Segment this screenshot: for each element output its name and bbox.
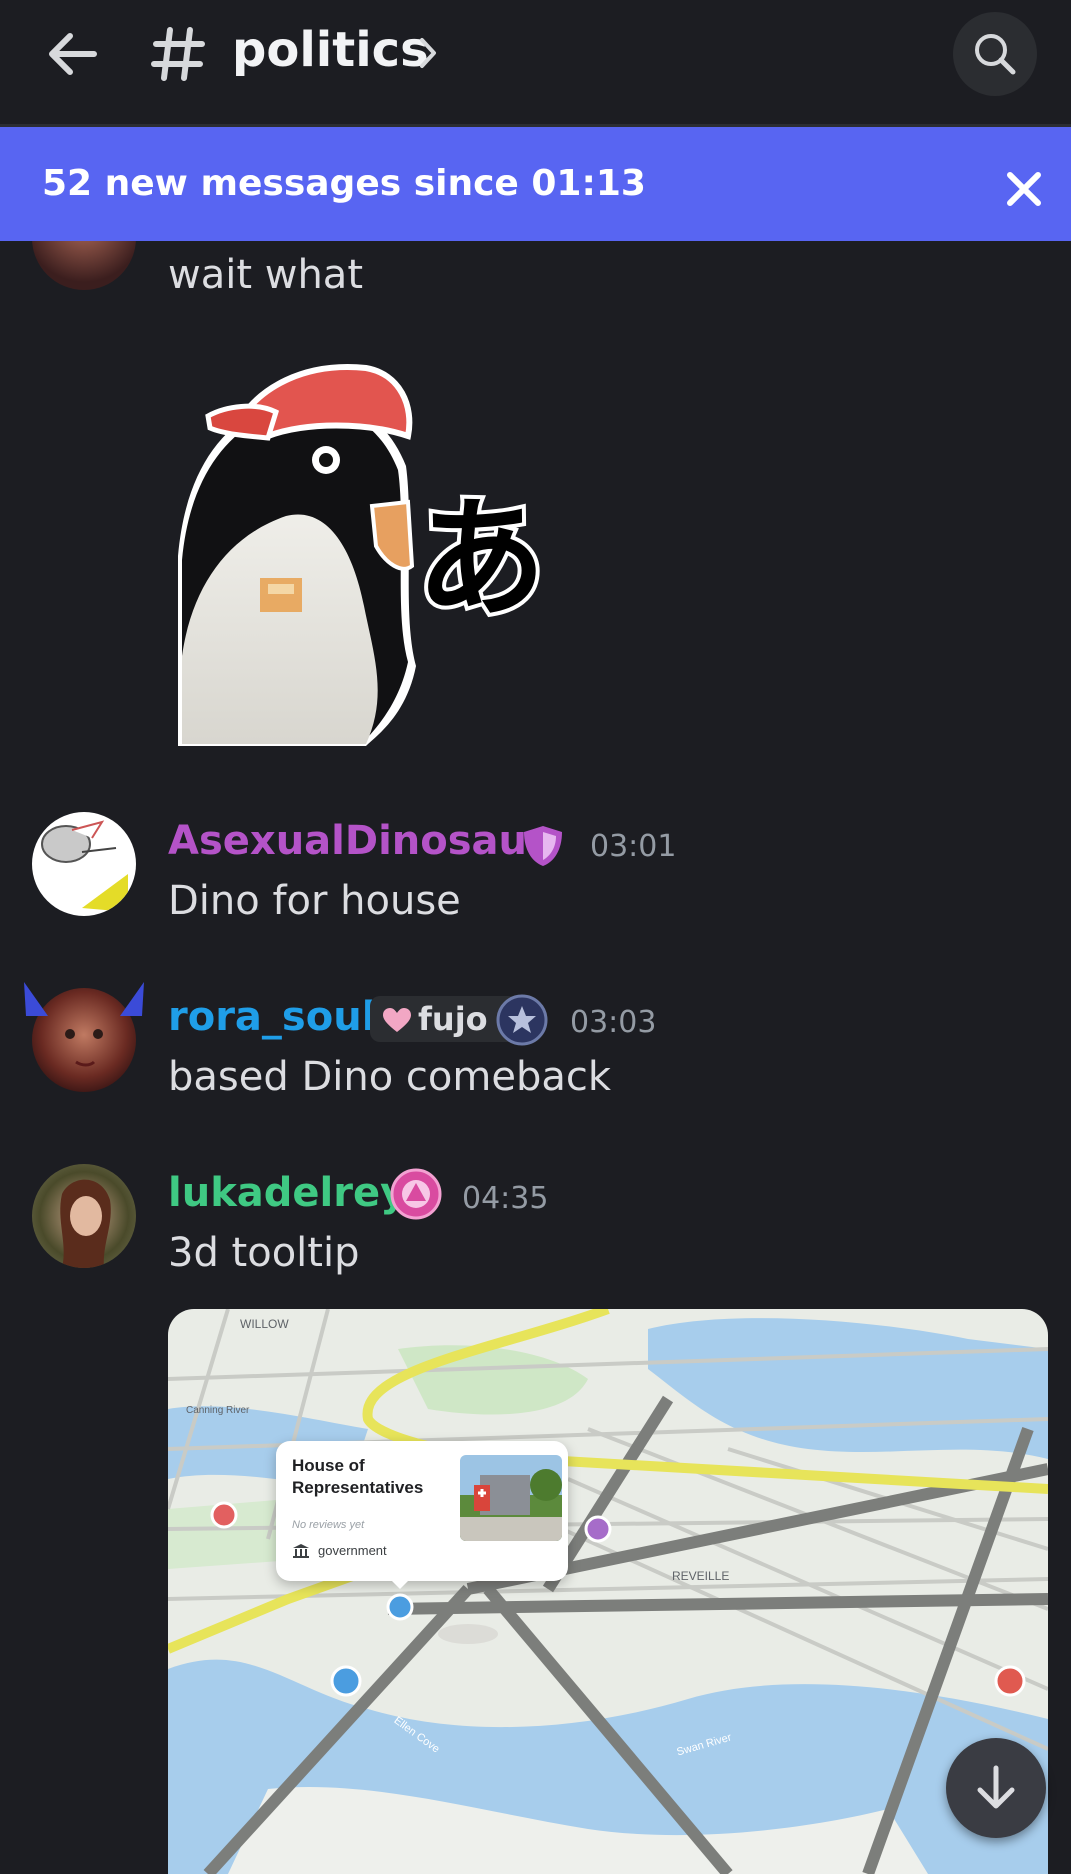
arrow-down-icon	[977, 1765, 1015, 1809]
place-photo	[460, 1455, 562, 1541]
new-messages-text-overlay: 52 new messages since 01:13	[42, 163, 646, 204]
message-text: based Dino comeback	[168, 1054, 612, 1100]
new-messages-bar-overlay: 52 new messages since 01:13	[0, 127, 1071, 241]
author-name[interactable]: lukadelrey	[168, 1170, 406, 1216]
timestamp: 03:03	[570, 1005, 657, 1040]
message-text: 3d tooltip	[168, 1230, 360, 1276]
place-tooltip[interactable]: House of Representatives No reviews yet …	[276, 1441, 568, 1581]
message-text: wait what	[168, 252, 363, 298]
avatar[interactable]	[32, 812, 136, 916]
author-name[interactable]: AsexualDinosaur	[168, 818, 547, 864]
map-label: Canning River	[186, 1405, 250, 1416]
jump-to-bottom-button[interactable]	[946, 1738, 1046, 1838]
map-background	[168, 1309, 1048, 1874]
star-badge-icon[interactable]	[496, 994, 548, 1046]
channel-title[interactable]: politics	[232, 22, 429, 78]
timestamp: 03:01	[590, 829, 677, 864]
timestamp: 04:35	[462, 1181, 549, 1216]
close-button[interactable]	[1000, 165, 1048, 213]
tooltip-reviews: No reviews yet	[292, 1519, 365, 1531]
arrow-left-icon	[49, 33, 97, 75]
chevron-right-icon[interactable]	[418, 36, 440, 70]
map-image-embed[interactable]: WILLOW REVEILLE Canning River Swan River…	[168, 1309, 1048, 1874]
penguin-sticker[interactable]: あ	[176, 356, 550, 750]
tooltip-category: government	[318, 1543, 387, 1558]
back-button[interactable]	[44, 24, 104, 84]
map-label: REVEILLE	[672, 1569, 730, 1583]
tooltip-title: House of Representatives	[292, 1456, 424, 1497]
author-name[interactable]: rora_soul	[168, 994, 375, 1040]
heart-icon	[383, 1008, 411, 1032]
cat-ears-decoration	[22, 980, 146, 1020]
message-text: Dino for house	[168, 878, 461, 924]
role-tag-label: fujo	[418, 1000, 488, 1038]
tooltip-pointer	[390, 1579, 410, 1589]
map-label: WILLOW	[240, 1317, 289, 1331]
search-icon	[975, 34, 1016, 75]
nitro-badge-icon[interactable]	[390, 1168, 442, 1220]
search-button[interactable]	[953, 12, 1037, 96]
government-icon	[293, 1544, 309, 1558]
hash-icon	[150, 24, 206, 84]
shield-icon[interactable]	[522, 824, 564, 868]
sticker-glyph: あ	[416, 483, 546, 635]
avatar[interactable]	[32, 1164, 136, 1268]
channel-header: politics	[0, 0, 1071, 127]
